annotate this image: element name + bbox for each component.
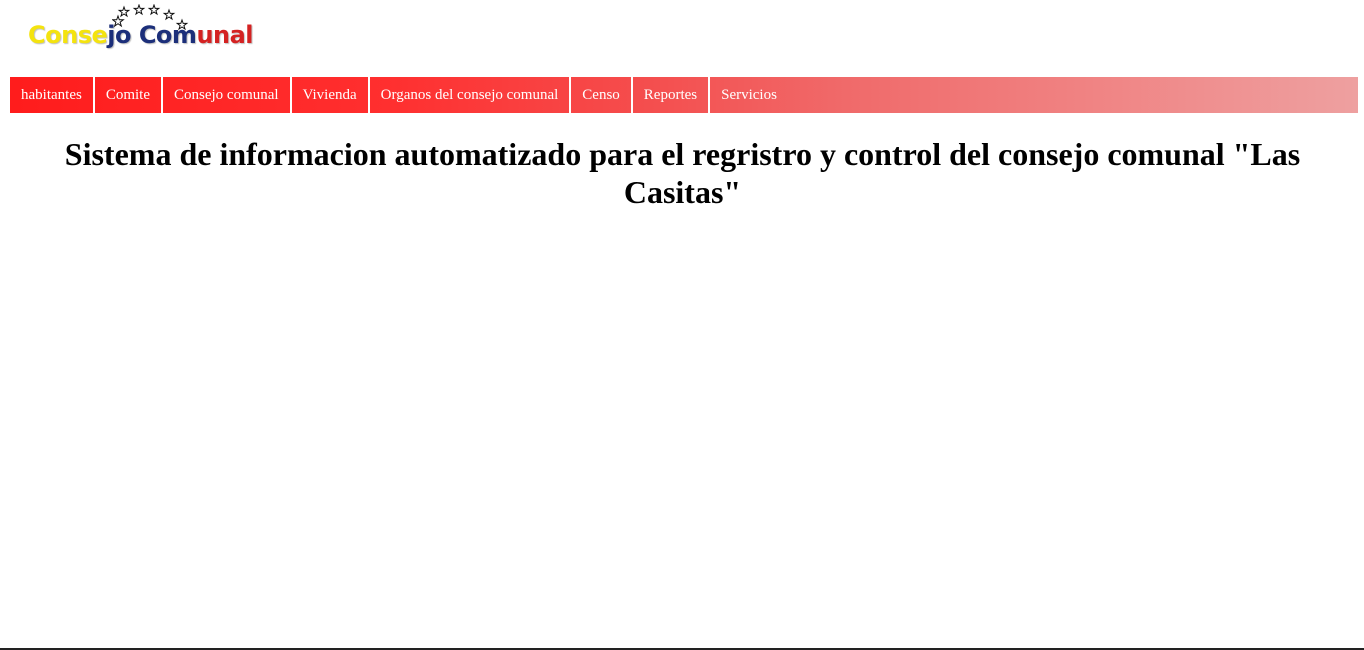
logo-text-part2: jo Co [107, 21, 172, 49]
logo-text-part4: unal [196, 21, 254, 49]
site-logo[interactable]: Consejo Comunal [28, 4, 258, 54]
menu-item-organos[interactable]: Organos del consejo comunal [370, 77, 572, 113]
menu-item-consejo-comunal[interactable]: Consejo comunal [163, 77, 292, 113]
menu-item-reportes[interactable]: Reportes [633, 77, 711, 113]
main-menu: habitantes Comite Consejo comunal Vivien… [10, 77, 1358, 113]
logo-text-part3: m [171, 21, 197, 49]
logo-text-part1: Conse [28, 21, 108, 49]
menu-item-habitantes[interactable]: habitantes [10, 77, 95, 113]
menu-item-censo[interactable]: Censo [571, 77, 633, 113]
logo-wordmark: Consejo Comunal [28, 20, 254, 50]
menu-item-comite[interactable]: Comite [95, 77, 163, 113]
page-title: Sistema de informacion automatizado para… [64, 136, 1301, 210]
menu-item-servicios[interactable]: Servicios [710, 77, 788, 113]
menu-item-vivienda[interactable]: Vivienda [292, 77, 370, 113]
